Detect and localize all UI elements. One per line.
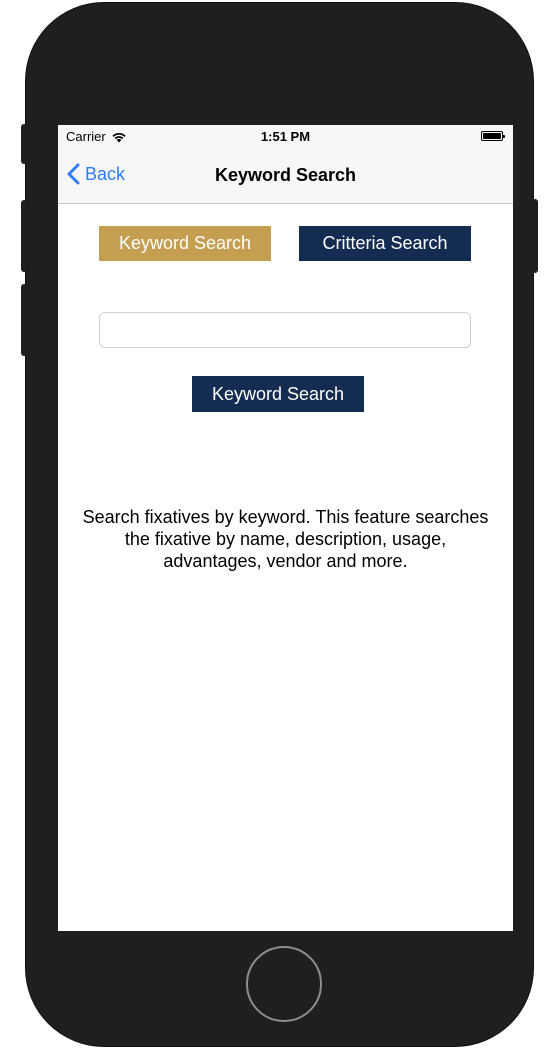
status-bar: Carrier 1:51 PM: [58, 125, 513, 147]
battery-full-icon: [481, 131, 505, 141]
keyword-search-button[interactable]: Keyword Search: [192, 376, 364, 412]
volume-down-button: [21, 284, 27, 356]
tab-criteria-search[interactable]: Critteria Search: [299, 226, 471, 261]
navigation-bar: Back Keyword Search: [58, 147, 513, 204]
volume-up-button: [21, 200, 27, 272]
page-title: Keyword Search: [214, 165, 357, 185]
home-button[interactable]: [246, 946, 322, 1022]
power-button: [532, 199, 538, 273]
keyword-search-input[interactable]: [99, 312, 471, 348]
tab-keyword-search[interactable]: Keyword Search: [99, 226, 271, 261]
feature-description: Search fixatives by keyword. This featur…: [82, 507, 489, 571]
status-time: 1:51 PM: [260, 129, 311, 144]
battery-level-fill: [483, 133, 501, 139]
phone-screen: Carrier 1:51 PM Back Keyword Search Keyw…: [58, 125, 513, 931]
mute-switch: [21, 124, 27, 164]
